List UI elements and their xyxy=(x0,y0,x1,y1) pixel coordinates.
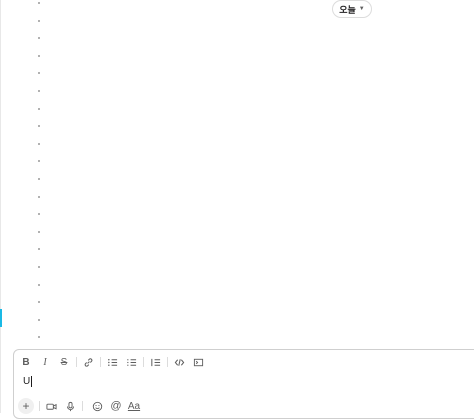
message-composer: B I S U + @ Aa xyxy=(13,349,474,419)
timeline-dot xyxy=(38,2,40,4)
toolbar-divider xyxy=(39,401,40,411)
timeline-dot xyxy=(38,301,40,304)
emoji-icon xyxy=(92,401,102,411)
blockquote-button[interactable] xyxy=(148,354,162,370)
timeline-dot xyxy=(38,248,40,251)
add-attachment-button[interactable]: + xyxy=(18,398,34,414)
code-block-button[interactable] xyxy=(191,354,205,370)
composer-actions: + @ Aa xyxy=(14,398,474,414)
video-camera-icon xyxy=(45,403,57,410)
unread-marker xyxy=(0,309,2,327)
date-divider-button[interactable]: 오늘 ▼ xyxy=(332,0,372,18)
chevron-down-icon: ▼ xyxy=(358,6,365,12)
timeline-dot xyxy=(38,72,40,75)
message-timeline xyxy=(38,0,44,345)
timeline-dot xyxy=(38,283,40,286)
timeline-dot xyxy=(38,213,40,216)
timeline-dot xyxy=(38,336,40,339)
ordered-list-icon xyxy=(107,358,117,366)
message-text: U xyxy=(23,376,31,388)
timeline-dot xyxy=(38,54,40,57)
date-label: 오늘 xyxy=(339,4,356,15)
code-block-icon xyxy=(193,358,203,366)
timeline-dot xyxy=(38,125,40,128)
timeline-dot xyxy=(38,19,40,22)
timeline-dot xyxy=(38,266,40,268)
strikethrough-button[interactable]: S xyxy=(57,354,71,370)
emoji-button[interactable] xyxy=(90,398,104,414)
timeline-dot xyxy=(38,318,40,321)
at-sign-icon: @ xyxy=(110,400,122,412)
timeline-dot xyxy=(38,178,40,180)
link-button[interactable] xyxy=(81,354,95,370)
toolbar-divider xyxy=(167,357,168,367)
text-caret xyxy=(31,376,33,387)
timeline-dot xyxy=(38,160,40,163)
italic-button[interactable]: I xyxy=(38,354,52,370)
plus-icon: + xyxy=(22,399,30,413)
mention-button[interactable]: @ xyxy=(109,398,123,414)
toolbar-divider xyxy=(143,357,144,367)
link-icon xyxy=(84,357,92,367)
bulleted-list-icon xyxy=(126,358,136,366)
toolbar-divider xyxy=(76,357,77,367)
blockquote-icon xyxy=(150,358,160,366)
timeline-dot xyxy=(38,230,40,233)
code-icon xyxy=(174,358,184,366)
microphone-icon xyxy=(66,401,74,411)
toolbar-divider xyxy=(100,357,101,367)
audio-clip-button[interactable] xyxy=(63,398,77,414)
left-border xyxy=(0,0,1,413)
formatting-toggle-button[interactable]: Aa xyxy=(126,398,142,414)
bulleted-list-button[interactable] xyxy=(124,354,138,370)
video-clip-button[interactable] xyxy=(44,398,58,414)
timeline-dot xyxy=(38,37,40,40)
code-button[interactable] xyxy=(172,354,186,370)
message-input[interactable]: U xyxy=(23,376,33,388)
timeline-dot xyxy=(38,142,40,145)
toolbar-divider xyxy=(82,401,83,411)
timeline-dot xyxy=(38,107,40,110)
timeline-dot xyxy=(38,195,40,198)
bold-button[interactable]: B xyxy=(19,354,33,370)
timeline-dot xyxy=(38,90,40,92)
ordered-list-button[interactable] xyxy=(105,354,119,370)
formatting-toolbar: B I S xyxy=(14,354,474,370)
